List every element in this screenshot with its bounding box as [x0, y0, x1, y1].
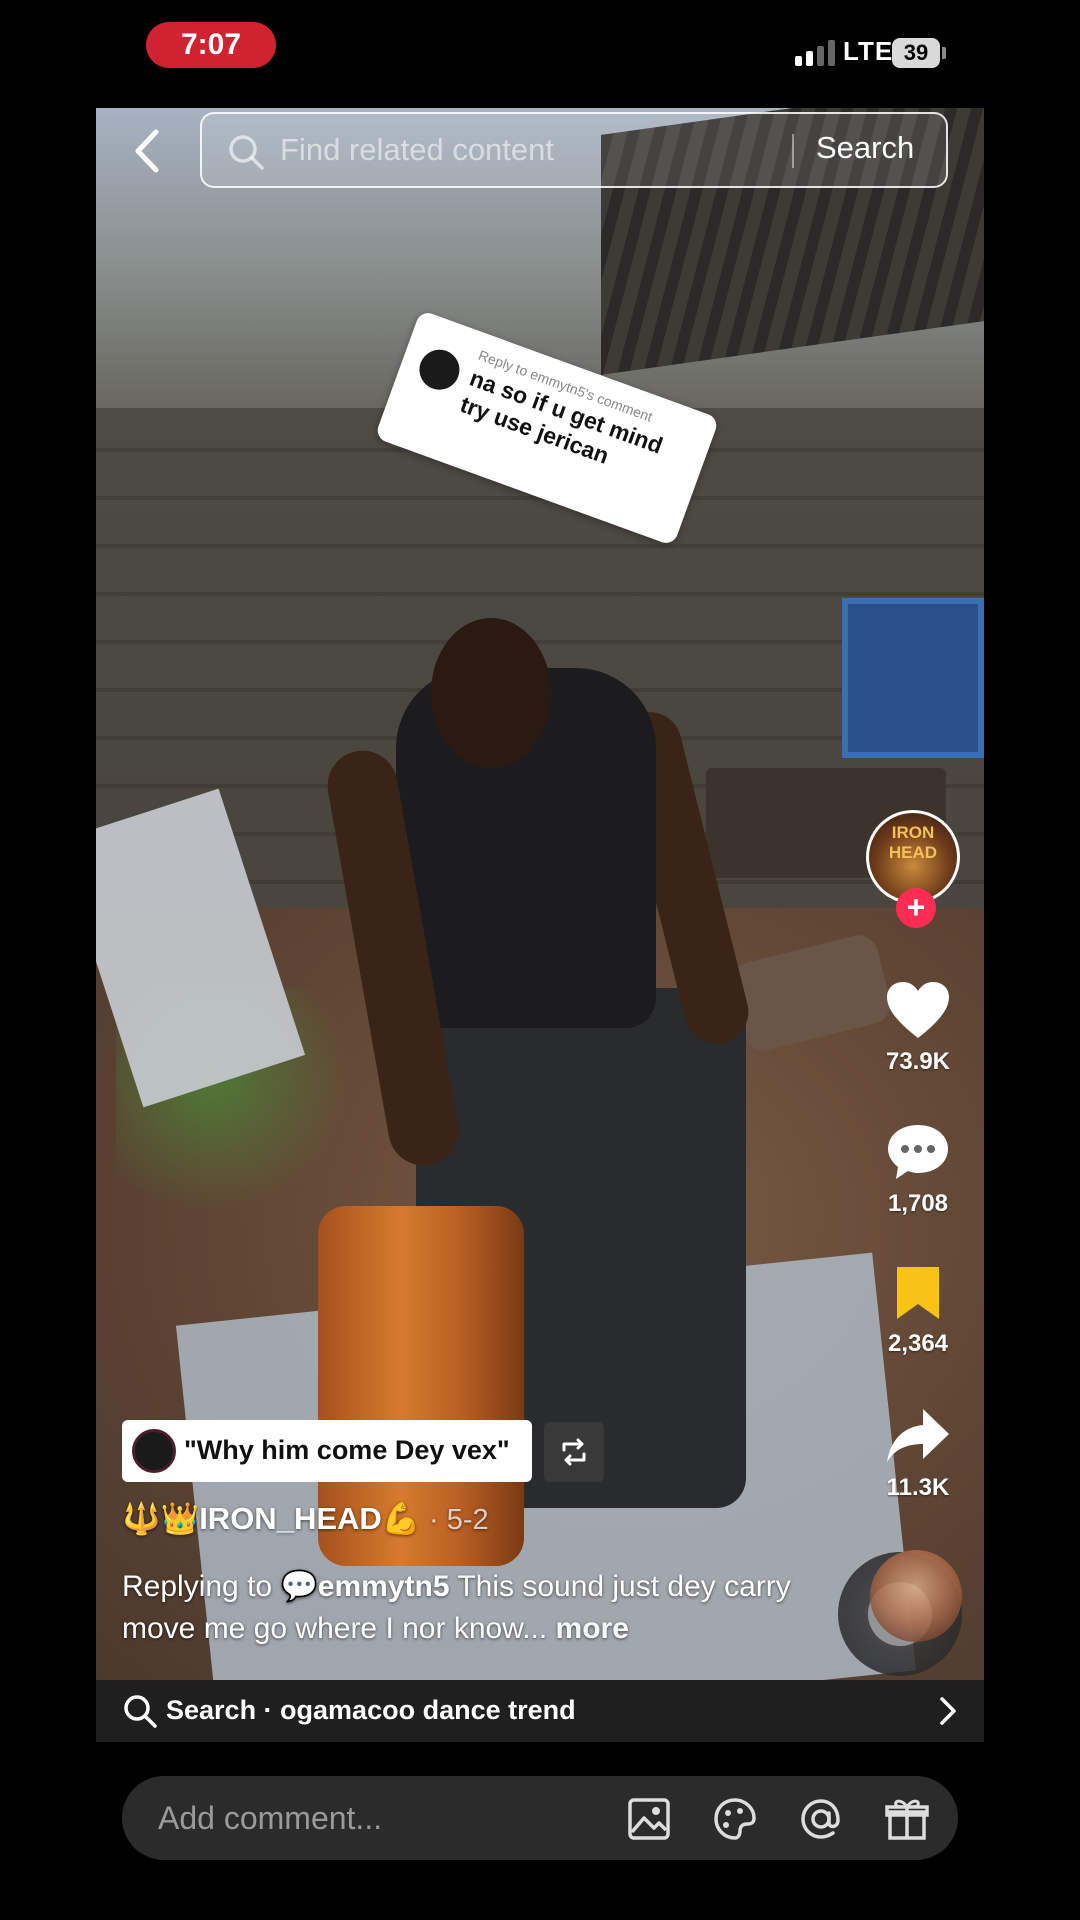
related-search-text: Search · ogamacoo dance trend	[166, 1695, 576, 1725]
follow-button[interactable]: +	[896, 888, 936, 928]
reply-commenter-avatar	[413, 344, 466, 396]
remix-button[interactable]	[544, 1422, 604, 1482]
username[interactable]: 🔱👑IRON_HEAD💪	[122, 1501, 420, 1536]
search-icon	[226, 132, 266, 172]
post-date: · 5-2	[429, 1504, 489, 1536]
post-author-row[interactable]: 🔱👑IRON_HEAD💪 · 5-2	[122, 1500, 489, 1537]
share-count: 11.3K	[886, 1474, 950, 1501]
heart-icon	[887, 982, 949, 1038]
mention-at-icon[interactable]	[798, 1796, 844, 1842]
search-bar[interactable]: Find related content Search	[200, 112, 948, 188]
video-scene-person-head	[431, 618, 551, 768]
comment-bubble-icon	[888, 1125, 948, 1179]
cellular-signal-icon	[795, 40, 837, 66]
share-arrow-icon	[887, 1409, 949, 1462]
battery-tip	[942, 47, 946, 59]
comment-input[interactable]: Add comment...	[158, 1800, 382, 1837]
status-time: 7:07	[146, 22, 276, 68]
avatar-label: IRON HEAD	[888, 823, 938, 862]
caption-mention[interactable]: emmytn5	[318, 1570, 450, 1603]
comment-input-bar[interactable]: Add comment...	[122, 1776, 958, 1860]
image-icon[interactable]	[626, 1796, 672, 1842]
save-count: 2,364	[887, 1330, 949, 1357]
like-count: 73.9K	[885, 1048, 951, 1075]
related-search-bar[interactable]: Search · ogamacoo dance trend	[96, 1680, 984, 1742]
network-type: LTE	[843, 36, 894, 66]
search-input[interactable]: Find related content	[280, 132, 554, 168]
share-button[interactable]: 11.3K	[866, 1406, 970, 1502]
search-button[interactable]: Search	[816, 130, 914, 166]
chevron-right-icon	[936, 1694, 960, 1728]
caption-prefix: Replying to	[122, 1570, 273, 1603]
save-button[interactable]: 2,364	[866, 1264, 970, 1358]
caption-more-link[interactable]: more	[556, 1612, 629, 1645]
music-disc-thumbnail	[870, 1550, 962, 1642]
like-button[interactable]: 73.9K	[866, 980, 970, 1076]
post-caption[interactable]: Replying to 💬emmytn5 This sound just dey…	[122, 1566, 802, 1650]
video-scene-door	[842, 598, 984, 758]
mention-icon: 💬	[280, 1570, 318, 1603]
search-icon	[122, 1693, 158, 1729]
comment-button[interactable]: 1,708	[866, 1122, 970, 1218]
repost-icon	[562, 1438, 586, 1466]
comment-count: 1,708	[887, 1190, 949, 1217]
status-bar: 7:07 LTE 39	[0, 0, 1080, 100]
search-divider	[792, 134, 794, 168]
bookmark-icon	[897, 1267, 939, 1319]
back-arrow-icon[interactable]	[128, 126, 168, 176]
sound-pill[interactable]: "Why him come Dey vex"	[122, 1420, 532, 1482]
gift-icon[interactable]	[884, 1796, 930, 1842]
battery-icon: 39	[892, 38, 940, 68]
sound-avatar	[132, 1429, 176, 1473]
sound-title: "Why him come Dey vex"	[184, 1435, 510, 1465]
emoji-sticker-icon[interactable]	[712, 1796, 758, 1842]
